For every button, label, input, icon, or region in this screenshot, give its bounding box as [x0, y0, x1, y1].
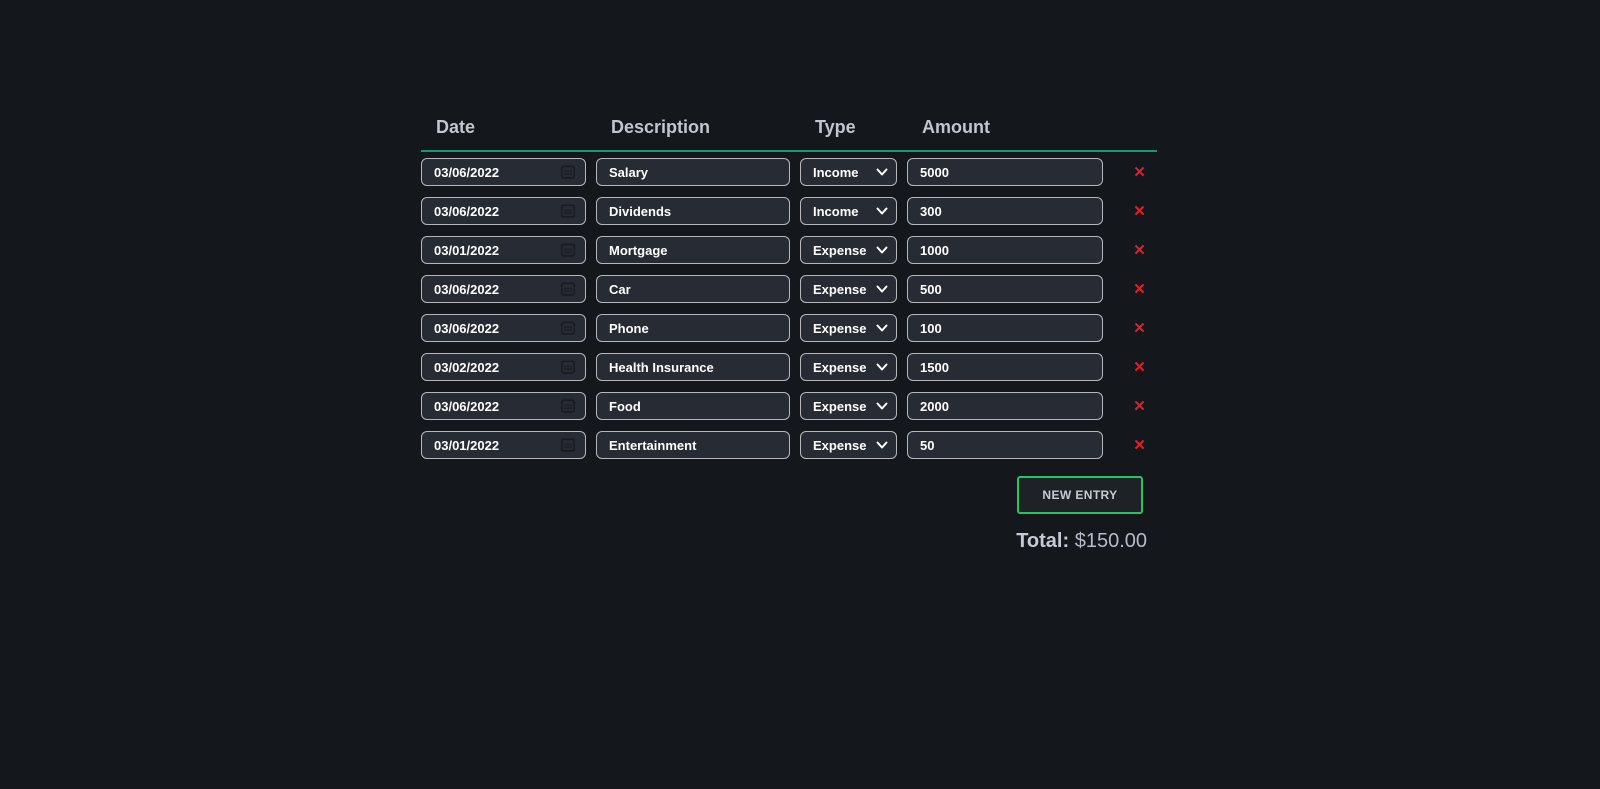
amount-input[interactable]	[907, 431, 1103, 459]
delete-row-button x-icon[interactable]: ✕	[1129, 241, 1150, 260]
description-input[interactable]	[596, 158, 790, 186]
date-field-wrap	[421, 314, 586, 342]
description-input[interactable]	[596, 197, 790, 225]
type-field-wrap: Expense	[800, 353, 897, 381]
type-select[interactable]: Expense	[800, 353, 897, 381]
date-field-wrap	[421, 236, 586, 264]
delete-row-button x-icon[interactable]: ✕	[1129, 202, 1150, 221]
entry-row: Expense ✕	[421, 314, 1157, 342]
delete-row-button x-icon[interactable]: ✕	[1129, 397, 1150, 416]
delete-row-button x-icon[interactable]: ✕	[1129, 436, 1150, 455]
calendar-icon[interactable]	[560, 164, 576, 180]
entry-row: Expense ✕	[421, 431, 1157, 459]
type-field-wrap: Expense	[800, 431, 897, 459]
type-field-wrap: Expense	[800, 236, 897, 264]
amount-input[interactable]	[907, 392, 1103, 420]
description-input[interactable]	[596, 353, 790, 381]
type-field-wrap: Expense	[800, 314, 897, 342]
total-value: $150.00	[1075, 530, 1147, 552]
calendar-icon[interactable]	[560, 398, 576, 414]
total-label: Total:	[1016, 530, 1069, 552]
type-select[interactable]: Expense	[800, 314, 897, 342]
table-header: Date Description Type Amount	[421, 115, 1157, 139]
calendar-icon[interactable]	[560, 437, 576, 453]
calendar-icon[interactable]	[560, 242, 576, 258]
type-select[interactable]: Income	[800, 158, 897, 186]
entry-row: Expense ✕	[421, 353, 1157, 381]
delete-row-button x-icon[interactable]: ✕	[1129, 163, 1150, 182]
calendar-icon[interactable]	[560, 320, 576, 336]
type-field-wrap: Expense	[800, 392, 897, 420]
type-field-wrap: Income	[800, 197, 897, 225]
column-header-date: Date	[421, 115, 586, 139]
entry-row: Expense ✕	[421, 236, 1157, 264]
entry-row: Expense ✕	[421, 392, 1157, 420]
column-header-description: Description	[596, 115, 790, 139]
entry-row: Income ✕	[421, 158, 1157, 186]
entries-list: Income ✕	[421, 158, 1157, 459]
description-input[interactable]	[596, 275, 790, 303]
amount-input[interactable]	[907, 197, 1103, 225]
description-input[interactable]	[596, 392, 790, 420]
type-select[interactable]: Expense	[800, 392, 897, 420]
delete-row-button x-icon[interactable]: ✕	[1129, 280, 1150, 299]
date-field-wrap	[421, 275, 586, 303]
type-field-wrap: Expense	[800, 275, 897, 303]
budget-tracker-app: Date Description Type Amount	[421, 115, 1157, 553]
calendar-icon[interactable]	[560, 359, 576, 375]
date-field-wrap	[421, 158, 586, 186]
actions-bar: NEW ENTRY	[421, 476, 1157, 514]
amount-input[interactable]	[907, 314, 1103, 342]
amount-input[interactable]	[907, 236, 1103, 264]
description-input[interactable]	[596, 431, 790, 459]
column-header-amount: Amount	[907, 115, 1103, 139]
type-select[interactable]: Income	[800, 197, 897, 225]
type-select[interactable]: Expense	[800, 431, 897, 459]
date-field-wrap	[421, 431, 586, 459]
date-field-wrap	[421, 197, 586, 225]
delete-row-button x-icon[interactable]: ✕	[1129, 358, 1150, 377]
type-field-wrap: Income	[800, 158, 897, 186]
amount-input[interactable]	[907, 353, 1103, 381]
description-input[interactable]	[596, 236, 790, 264]
delete-row-button x-icon[interactable]: ✕	[1129, 319, 1150, 338]
column-header-type: Type	[800, 115, 897, 139]
date-field-wrap	[421, 392, 586, 420]
date-field-wrap	[421, 353, 586, 381]
type-select[interactable]: Expense	[800, 275, 897, 303]
header-underline	[421, 150, 1157, 152]
total-line: Total: $150.00	[421, 530, 1157, 553]
calendar-icon[interactable]	[560, 203, 576, 219]
new-entry-button[interactable]: NEW ENTRY	[1017, 476, 1143, 514]
amount-input[interactable]	[907, 275, 1103, 303]
entry-row: Income ✕	[421, 197, 1157, 225]
entry-row: Expense ✕	[421, 275, 1157, 303]
amount-input[interactable]	[907, 158, 1103, 186]
calendar-icon[interactable]	[560, 281, 576, 297]
description-input[interactable]	[596, 314, 790, 342]
type-select[interactable]: Expense	[800, 236, 897, 264]
